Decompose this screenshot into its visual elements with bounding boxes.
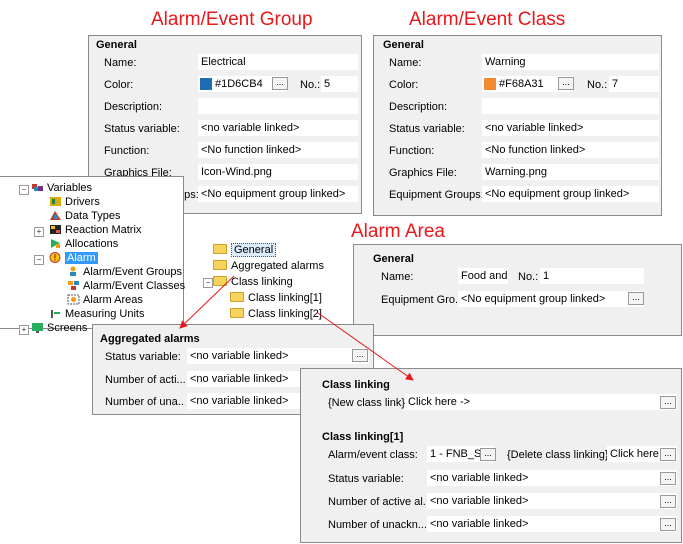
arrow-to-class-linking <box>317 312 414 381</box>
arrow-to-aggregated-alarms <box>179 275 235 329</box>
annotation-arrows <box>179 275 414 381</box>
